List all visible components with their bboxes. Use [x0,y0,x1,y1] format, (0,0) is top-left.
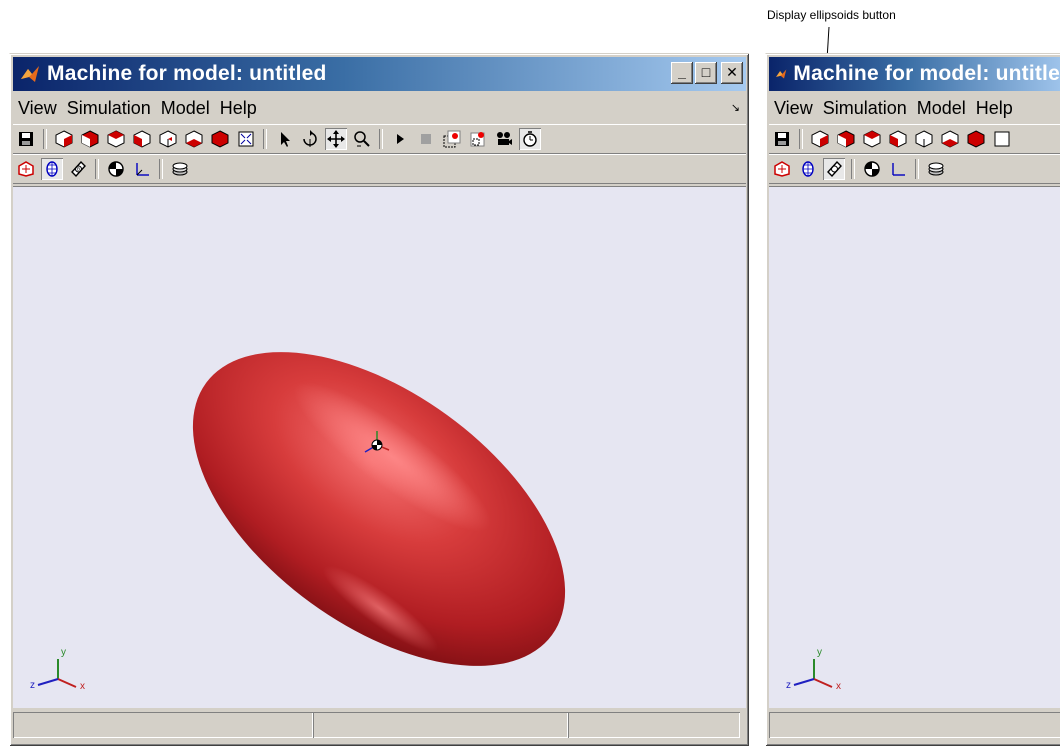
status-cell-main [13,712,313,738]
machine-window: Machine for model: untitled _ □ ✕ View S… [9,53,749,746]
record-region-icon[interactable] [467,128,489,150]
window-title: Machine for model: untitled [793,62,1060,85]
stop-icon[interactable] [415,128,437,150]
status-cell-right [568,712,740,738]
display-cg-icon[interactable] [15,158,37,180]
view-front-icon[interactable] [79,128,101,150]
menu-simulation[interactable]: Simulation [818,98,912,119]
view-bottom-icon[interactable] [183,128,205,150]
callout-label: Display ellipsoids button [767,8,896,22]
main-toolbar [13,124,746,154]
matlab-icon [21,66,39,82]
triad-x-label: x [80,681,85,692]
status-bar [13,710,746,740]
machine-window-duplicate: Machine for model: untitled View Simulat… [765,53,1060,746]
status-cell-main [769,712,1060,738]
window-title: Machine for model: untitled [47,62,327,85]
timer-icon[interactable] [519,128,541,150]
display-convex-hulls-icon[interactable]: θ [67,158,89,180]
menu-bar: View Simulation Model Help [769,94,1060,122]
display-cg-icon[interactable] [771,158,793,180]
menu-bar: View Simulation Model Help ↘ [13,94,746,122]
close-button[interactable]: ✕ [721,62,743,84]
view-side-icon[interactable] [131,128,153,150]
view-iso-icon[interactable] [53,128,75,150]
display-toolbar: θ [13,154,746,184]
toolbar-separator [915,159,919,179]
menu-view[interactable]: View [769,98,818,119]
save-icon[interactable] [771,128,793,150]
display-toolbar [769,154,1060,184]
title-bar[interactable]: Machine for model: untitled [769,57,1060,91]
fit-view-icon[interactable] [991,128,1013,150]
view-top-icon[interactable] [861,128,883,150]
display-graphics-icon[interactable] [925,158,947,180]
triad-x-label: x [836,681,841,692]
3d-viewport[interactable]: y x z [769,186,1060,708]
save-icon[interactable] [15,128,37,150]
view-bottom-icon[interactable] [939,128,961,150]
view-front-icon[interactable] [835,128,857,150]
view-top-icon[interactable] [105,128,127,150]
fit-view-icon[interactable] [235,128,257,150]
pan-icon[interactable] [325,128,347,150]
view-iso-icon[interactable] [809,128,831,150]
toolbar-separator [43,129,47,149]
display-machine-icon[interactable] [861,158,883,180]
play-icon[interactable] [389,128,411,150]
menu-help[interactable]: Help [215,98,262,119]
svg-text:θ: θ [77,167,80,173]
rotate-icon[interactable] [299,128,321,150]
main-toolbar [769,124,1060,154]
status-bar [769,710,1060,740]
triad-y-label: y [61,647,66,658]
display-ellipsoids-icon[interactable] [41,158,63,180]
zoom-icon[interactable] [351,128,373,150]
matlab-icon [776,69,787,79]
title-bar[interactable]: Machine for model: untitled _ □ ✕ [13,57,746,91]
display-graphics-icon[interactable] [169,158,191,180]
axis-triad: y x z [30,647,85,692]
toolbar-separator [95,159,99,179]
record-frame-icon[interactable] [441,128,463,150]
toolbar-separator [379,129,383,149]
view-back-icon[interactable] [913,128,935,150]
menu-view[interactable]: View [13,98,62,119]
triad-z-label: z [30,680,35,691]
display-convex-hulls-icon[interactable] [823,158,845,180]
view-right-icon[interactable] [965,128,987,150]
menu-model[interactable]: Model [156,98,215,119]
display-axes-icon[interactable] [887,158,909,180]
scene-canvas: y x z [30,352,566,692]
view-right-icon[interactable] [209,128,231,150]
ellipsoid [192,352,566,666]
maximize-button[interactable]: □ [695,62,717,84]
toolbar-separator [263,129,267,149]
3d-viewport[interactable]: y x z [13,186,746,708]
display-ellipsoids-icon[interactable] [797,158,819,180]
toolbar-separator [851,159,855,179]
toolbar-separator [799,129,803,149]
select-arrow-icon[interactable] [273,128,295,150]
scene-canvas: y x z [786,647,841,692]
view-back-icon[interactable] [157,128,179,150]
axis-triad: y x z [786,647,841,692]
camera-icon[interactable] [493,128,515,150]
menu-simulation[interactable]: Simulation [62,98,156,119]
triad-y-label: y [817,647,822,658]
minimize-button[interactable]: _ [671,62,693,84]
toolbar-separator [159,159,163,179]
menu-model[interactable]: Model [912,98,971,119]
display-machine-icon[interactable] [105,158,127,180]
menu-help[interactable]: Help [971,98,1018,119]
menu-overflow-arrow-icon[interactable]: ↘ [731,101,740,114]
view-side-icon[interactable] [887,128,909,150]
display-axes-icon[interactable] [131,158,153,180]
triad-z-label: z [786,680,791,691]
status-cell-middle [313,712,568,738]
